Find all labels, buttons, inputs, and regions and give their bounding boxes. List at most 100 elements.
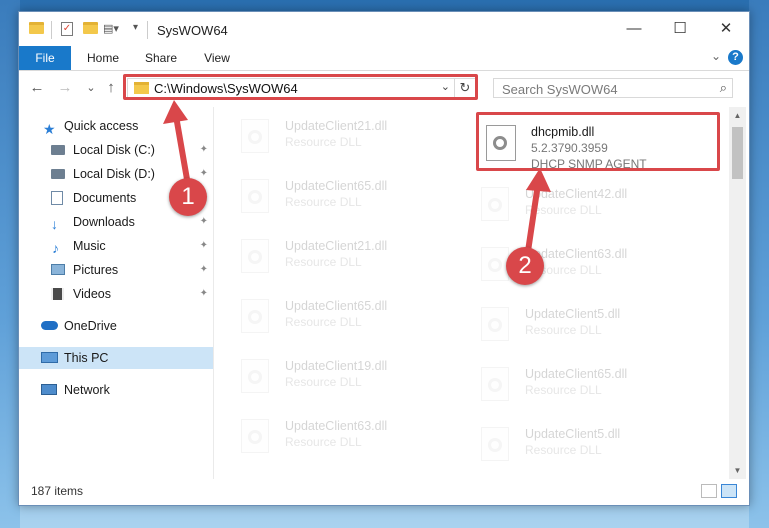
separator [147, 21, 148, 39]
sidebar-item-label: Local Disk (D:) [73, 167, 155, 181]
dll-file-icon [241, 239, 269, 273]
sidebar-item-label: Local Disk (C:) [73, 143, 155, 157]
recent-locations-button[interactable]: ⌄ [81, 78, 101, 98]
pin-icon[interactable]: ✦ [200, 163, 208, 185]
sidebar-item-label: Videos [73, 287, 111, 301]
pin-icon[interactable]: ✦ [200, 259, 208, 281]
item-count: 187 items [31, 484, 84, 498]
expand-ribbon-icon[interactable]: ⌄ [711, 49, 721, 63]
scroll-down-icon[interactable]: ▼ [729, 462, 746, 479]
list-item[interactable]: UpdateClient63.dll Resource DLL [215, 413, 435, 463]
computer-icon [41, 352, 58, 363]
title-bar: ✓ ▤▾ ▾ SysWOW64 — ☐ ✕ [19, 12, 749, 46]
window-title: SysWOW64 [157, 23, 228, 38]
download-icon: ↓ [51, 216, 58, 232]
list-item[interactable]: UpdateClient65.dll Resource DLL [455, 361, 675, 411]
tab-file[interactable]: File [19, 46, 71, 70]
list-item[interactable]: UpdateClient21.dll Resource DLL [215, 113, 435, 163]
properties-icon[interactable]: ✓ [61, 22, 73, 36]
sidebar-item-quick-access[interactable]: ★ Quick access [19, 115, 213, 137]
list-item[interactable]: UpdateClient5.dll Resource DLL [455, 421, 675, 471]
sidebar-item-label: Music [73, 239, 106, 253]
toolbar-dropdown-icon[interactable]: ▾ [133, 22, 138, 38]
drive-icon [51, 145, 65, 155]
help-icon[interactable]: ? [728, 50, 743, 65]
sidebar-item-label: Documents [73, 191, 137, 205]
sidebar-item-label: Downloads [73, 215, 135, 229]
list-item[interactable]: UpdateClient42.dll Resource DLL [455, 181, 675, 231]
new-folder-icon[interactable] [83, 22, 98, 34]
list-item[interactable]: UpdateClient65.dll Resource DLL [215, 173, 435, 223]
dll-file-icon [481, 427, 509, 461]
ribbon-tabs: File Home Share View ⌄ ? [19, 46, 749, 71]
sidebar-item-label: Network [64, 383, 110, 397]
sidebar-item-local-disk-c[interactable]: Local Disk (C:) ✦ [19, 139, 213, 161]
network-icon [41, 384, 57, 395]
list-item[interactable]: UpdateClient65.dll Resource DLL [215, 293, 435, 343]
dll-file-icon [241, 179, 269, 213]
cloud-icon [41, 321, 58, 330]
dll-file-icon [241, 359, 269, 393]
list-item[interactable]: UpdateClient63.dll Resource DLL [455, 241, 675, 291]
drive-icon [51, 169, 65, 179]
search-input[interactable] [500, 80, 704, 98]
tab-view[interactable]: View [193, 46, 241, 70]
search-box[interactable]: ⌕ [493, 78, 733, 98]
minimize-button[interactable]: — [611, 12, 657, 46]
list-item[interactable]: UpdateClient19.dll Resource DLL [215, 353, 435, 403]
star-icon: ★ [43, 121, 56, 137]
dll-file-icon [481, 307, 509, 341]
address-highlight-box [123, 74, 478, 100]
list-item[interactable]: UpdateClient5.dll Resource DLL [455, 301, 675, 351]
sidebar-item-this-pc[interactable]: This PC [19, 347, 213, 369]
sidebar-item-label: Pictures [73, 263, 119, 277]
dll-file-icon [241, 419, 269, 453]
search-icon[interactable]: ⌕ [720, 80, 727, 96]
dll-file-icon [241, 299, 269, 333]
desktop-background [749, 0, 769, 528]
pin-icon[interactable]: ✦ [200, 283, 208, 305]
forward-button[interactable]: → [55, 78, 75, 98]
pin-icon[interactable]: ✦ [200, 235, 208, 257]
tab-home[interactable]: Home [75, 46, 131, 70]
sidebar-item-label: This PC [64, 351, 109, 365]
sidebar-item-label: OneDrive [64, 319, 117, 333]
sidebar-item-videos[interactable]: Videos ✦ [19, 283, 213, 305]
desktop-background [0, 0, 20, 528]
details-view-icon[interactable] [701, 484, 717, 498]
close-button[interactable]: ✕ [703, 12, 749, 46]
maximize-button[interactable]: ☐ [657, 12, 703, 46]
pane-splitter[interactable] [213, 107, 214, 479]
scrollbar-thumb[interactable] [732, 127, 743, 179]
large-icons-view-icon[interactable] [721, 484, 737, 498]
sidebar-item-music[interactable]: ♪ Music ✦ [19, 235, 213, 257]
status-bar: 187 items [19, 480, 749, 504]
videos-icon [51, 288, 64, 300]
documents-icon [51, 191, 63, 205]
up-button[interactable]: ↑ [101, 78, 121, 98]
file-highlight-box [476, 112, 720, 171]
dll-file-icon [481, 247, 509, 281]
sidebar-item-onedrive[interactable]: OneDrive [19, 315, 213, 337]
pin-icon[interactable]: ✦ [200, 211, 208, 233]
scroll-up-icon[interactable]: ▲ [729, 107, 746, 124]
tab-share[interactable]: Share [135, 46, 187, 70]
back-button[interactable]: ← [27, 78, 47, 98]
folder-icon [29, 22, 44, 34]
separator [51, 21, 52, 39]
list-item[interactable]: UpdateClient21.dll Resource DLL [215, 233, 435, 283]
dll-file-icon [481, 367, 509, 401]
vertical-scrollbar[interactable]: ▲ ▼ [729, 107, 746, 479]
sidebar-item-network[interactable]: Network [19, 379, 213, 401]
music-icon: ♪ [52, 240, 59, 256]
pin-icon[interactable]: ✦ [200, 139, 208, 161]
pictures-icon [51, 264, 65, 275]
dll-file-icon [241, 119, 269, 153]
sidebar-item-pictures[interactable]: Pictures ✦ [19, 259, 213, 281]
step-badge-2: 2 [506, 247, 544, 285]
sidebar-item-label: Quick access [64, 119, 139, 133]
navigation-pane: ★ Quick access Local Disk (C:) ✦ Local D… [19, 107, 213, 479]
step-badge-1: 1 [169, 178, 207, 216]
dll-file-icon [481, 187, 509, 221]
customize-toolbar-icon[interactable]: ▤▾ [103, 22, 119, 38]
